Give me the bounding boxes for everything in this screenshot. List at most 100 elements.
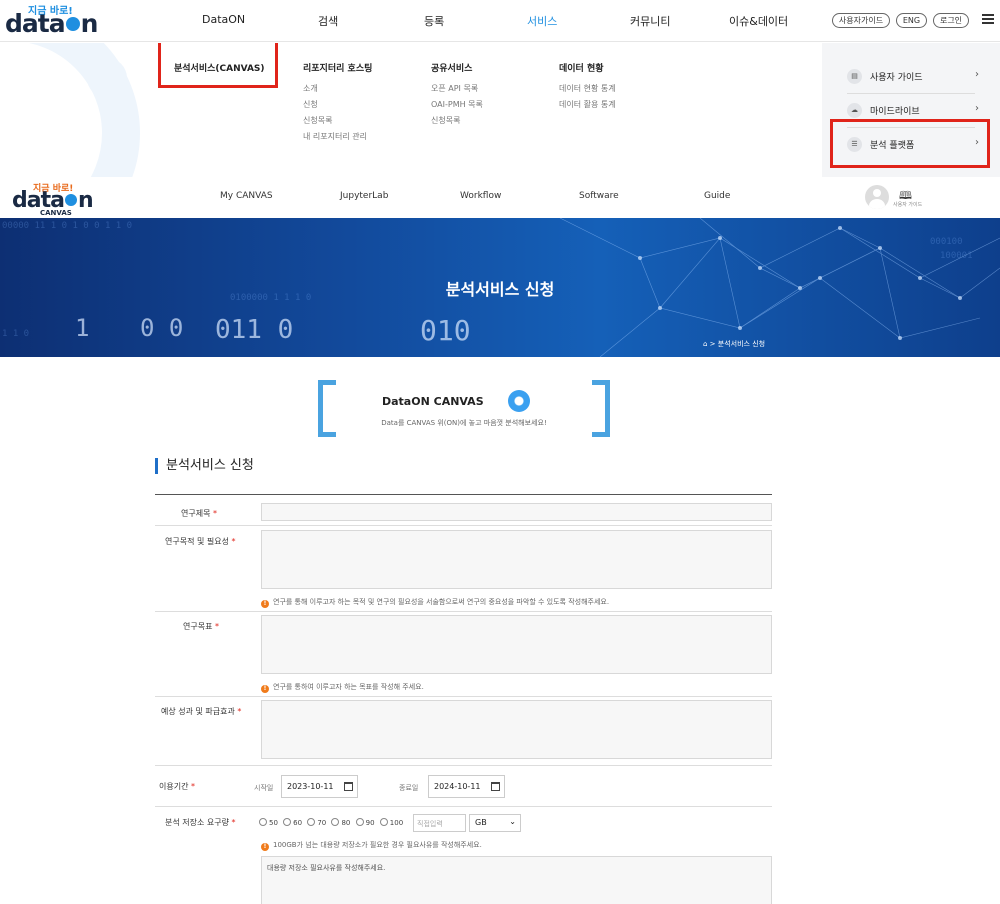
side-user-guide[interactable]: ▤ 사용자 가이드 › [847,67,979,87]
storage-unit-select[interactable]: GB ⌄ [469,814,521,832]
chevron-right-icon: › [975,69,979,80]
row-divider [155,806,772,807]
highlight-box-platform [830,119,990,168]
warning-icon: ! [261,843,269,851]
canvas-header: 지금 바로! data n CANVAS My CANVAS JupyterLab… [0,177,1000,218]
book-icon: ▤ [847,69,862,84]
nav-guide[interactable]: Guide [704,191,730,201]
end-date-input[interactable]: 2024-10-11 [428,775,505,798]
period-label: 이용기간 * [159,782,195,791]
svg-text:000100: 000100 [930,237,963,247]
storage-option-60[interactable]: 60 [283,818,302,827]
warning-icon: ! [261,685,269,693]
svg-text:0 0: 0 0 [140,314,183,342]
goal-note: ! 연구를 통하여 이루고자 하는 목표를 작성해 주세요. [261,682,424,693]
gnb-service[interactable]: 서비스 [527,13,557,29]
storage-note: ! 100GB가 넘는 대용량 저장소가 필요한 경우 필요사유를 작성해주세요. [261,840,482,851]
menu-repo-intro[interactable]: 소개 [303,83,318,94]
gnb-community[interactable]: 커뮤니티 [630,13,670,29]
user-guide-button[interactable]: 사용자가이드 [832,13,890,28]
menu-data-status[interactable]: 데이터 현황 [559,61,604,74]
gnb-issue-data[interactable]: 이슈&데이터 [729,13,788,29]
user-avatar-icon[interactable] [865,185,889,209]
hamburger-menu-icon[interactable] [982,14,994,24]
start-date-label: 시작일 [254,784,274,792]
chevron-right-icon: › [975,103,979,114]
row-divider [155,611,772,612]
purpose-label: 연구목적 및 필요성 * [165,537,236,546]
storage-label: 분석 저장소 요구량 * [165,818,236,827]
login-button[interactable]: 로그인 [933,13,969,28]
right-bracket [592,380,610,437]
research-title-input[interactable] [261,503,772,521]
menu-repo-apply-list[interactable]: 신청목록 [303,115,332,126]
highlight-box-canvas [158,43,278,88]
chevron-down-icon: ⌄ [509,817,516,826]
decorative-circle [87,58,127,98]
row-divider [155,525,772,526]
menu-repository-hosting[interactable]: 리포지터리 호스팅 [303,61,372,74]
storage-option-50[interactable]: 50 [259,818,278,827]
menu-open-api-list[interactable]: 오픈 API 목록 [431,83,478,94]
row-divider [155,765,772,766]
start-date-input[interactable]: 2023-10-11 [281,775,358,798]
goal-label: 연구목표 * [183,622,219,631]
nav-my-canvas[interactable]: My CANVAS [220,191,273,201]
svg-text:010: 010 [420,314,471,347]
storage-option-70[interactable]: 70 [307,818,326,827]
svg-text:100001: 100001 [940,251,973,261]
cloud-icon: ☁ [847,103,862,118]
divider [847,93,975,94]
calendar-icon[interactable] [344,782,353,791]
left-bracket [318,380,336,437]
svg-text:00000 11 1 0 1 0 0 1: 00000 11 1 0 1 0 0 1 1 0 [2,221,132,231]
menu-oai-pmh-list[interactable]: OAI-PMH 목록 [431,99,483,110]
breadcrumb-current: 분석서비스 신청 [717,340,766,348]
svg-text:011 0: 011 0 [215,315,293,345]
form-heading: 분석서비스 신청 [155,458,254,474]
research-purpose-textarea[interactable] [261,530,772,589]
canvas-logo-icon [508,390,530,412]
intro-description: Data를 CANVAS 위(ON)에 놓고 마음껏 분석해보세요! [381,419,547,427]
storage-reason-textarea[interactable]: 대용량 저장소 필요사유를 작성해주세요. [261,856,772,904]
nav-jupyterlab[interactable]: JupyterLab [340,191,388,201]
page-banner: 00000 11 1 0 1 0 0 1 1 0 1 1 0 000100 10… [0,218,1000,357]
mega-menu: 분석서비스(CANVAS) 리포지터리 호스팅 소개 신청 신청목록 내 리포지… [0,43,1000,177]
canvas-logo-sub: CANVAS [40,209,72,217]
expected-effect-textarea[interactable] [261,700,772,759]
nav-software[interactable]: Software [579,191,619,201]
breadcrumb: ⌂ > 분석서비스 신청 [703,340,766,348]
page-title: 분석서비스 신청 [445,280,555,299]
research-goal-textarea[interactable] [261,615,772,674]
gnb-search[interactable]: 검색 [318,13,338,29]
top-header: 지금 바로! data n DataON 검색 등록 서비스 커뮤니티 이슈&데이… [0,0,1000,42]
guide-label: 사용자 가이드 [893,202,923,208]
side-my-drive[interactable]: ☁ 마이드라이브 › [847,101,979,121]
home-icon[interactable]: ⌂ [703,340,707,348]
purpose-note: ! 연구를 통해 이루고자 하는 목적 및 연구의 필요성을 서술함으로써 연구의… [261,597,609,608]
storage-option-80[interactable]: 80 [331,818,350,827]
logo-wordmark: data n [5,9,98,38]
menu-data-usage-stats[interactable]: 데이터 활용 통계 [559,99,616,110]
eng-button[interactable]: ENG [896,13,927,28]
effect-label: 예상 성과 및 파급효과 * [161,707,242,716]
canvas-intro: DataON CANVAS Data를 CANVAS 위(ON)에 놓고 마음껏… [318,380,610,437]
row-divider [155,696,772,697]
menu-my-repository[interactable]: 내 리포지터리 관리 [303,131,367,142]
menu-repo-apply[interactable]: 신청 [303,99,318,110]
gnb-register[interactable]: 등록 [424,13,444,29]
menu-data-status-stats[interactable]: 데이터 현황 통계 [559,83,616,94]
intro-title: DataON CANVAS [382,395,484,408]
nav-workflow[interactable]: Workflow [460,191,501,201]
gnb-dataon[interactable]: DataON [202,13,245,26]
storage-radio-group: 50 60 70 80 90 100 [259,818,406,827]
svg-text:1 1 0: 1 1 0 [2,329,29,339]
storage-option-90[interactable]: 90 [355,818,375,827]
warning-icon: ! [261,600,269,608]
menu-share-service[interactable]: 공유서비스 [431,61,472,74]
svg-text:1: 1 [75,314,89,342]
storage-option-100[interactable]: 100 [379,818,403,827]
storage-direct-input[interactable]: 직접입력 [413,814,466,832]
calendar-icon[interactable] [491,782,500,791]
menu-share-apply-list[interactable]: 신청목록 [431,115,460,126]
